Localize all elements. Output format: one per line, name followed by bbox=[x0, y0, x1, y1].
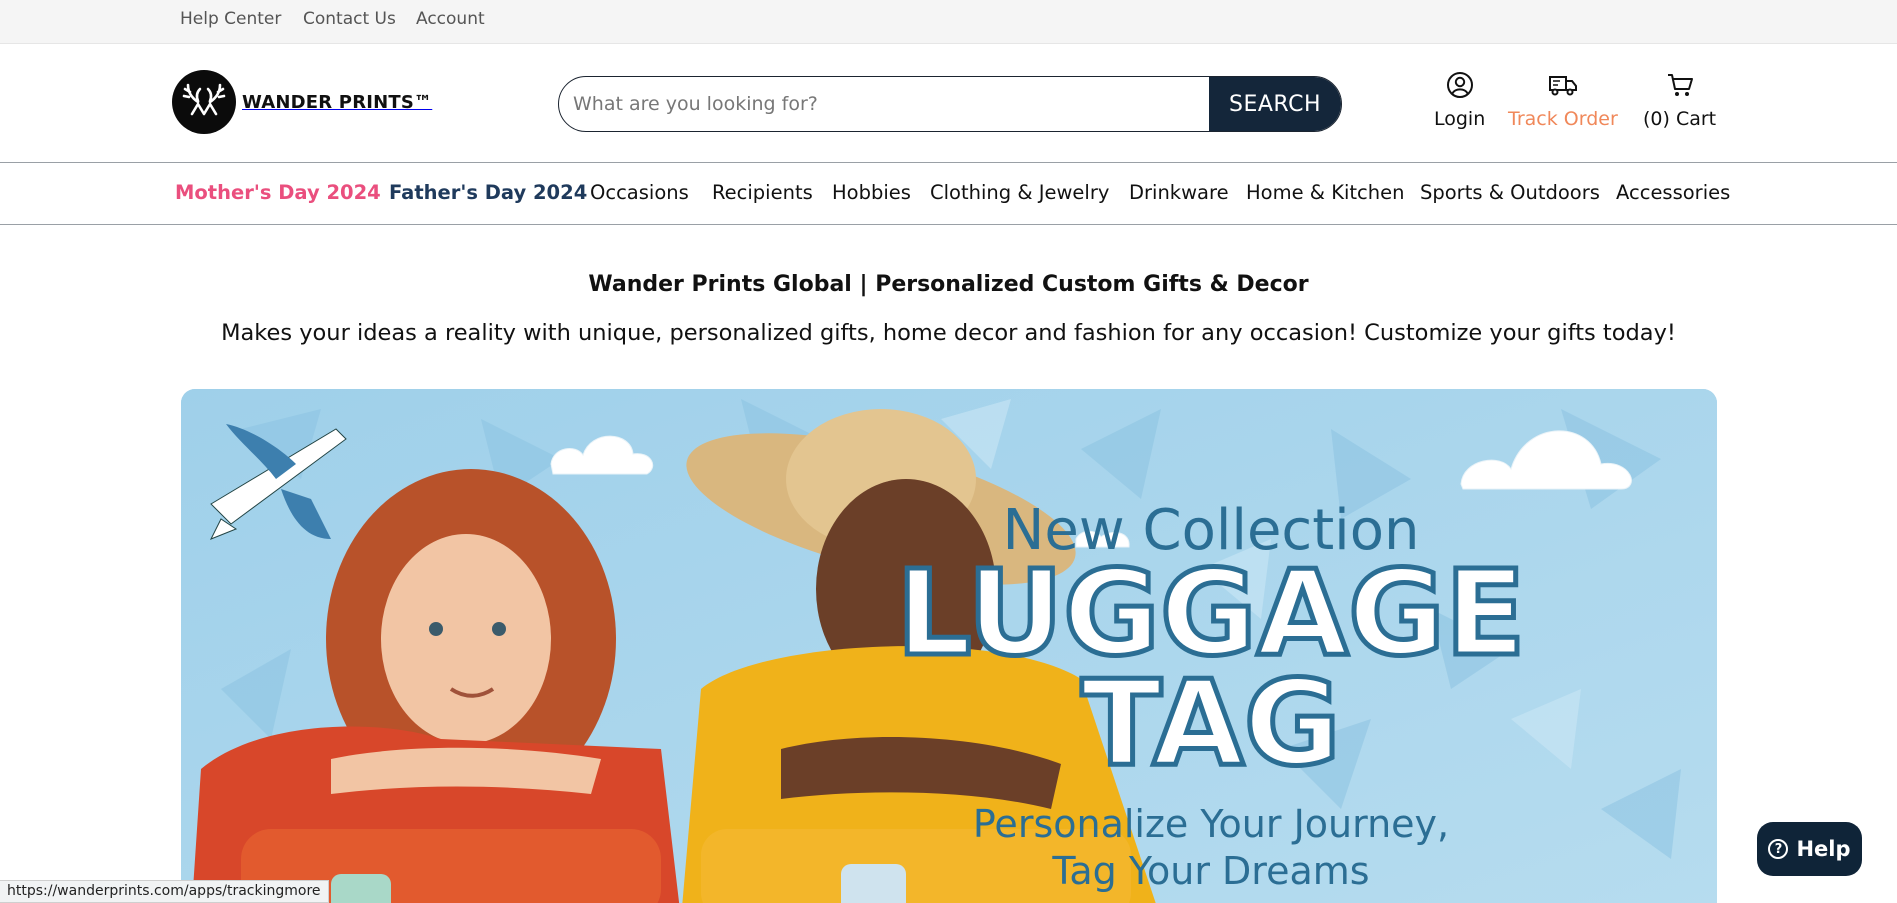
banner-line5: Tag Your Dreams bbox=[1051, 849, 1369, 893]
browser-status-url: https://wanderprints.com/apps/trackingmo… bbox=[0, 880, 329, 903]
cart-label: (0) Cart bbox=[1643, 108, 1717, 130]
search-bar: SEARCH bbox=[558, 76, 1342, 132]
page-title: Wander Prints Global | Personalized Cust… bbox=[588, 272, 1309, 297]
nav-home-kitchen[interactable]: Home & Kitchen bbox=[1246, 181, 1404, 204]
delivery-truck-icon bbox=[1548, 68, 1578, 102]
track-order-link[interactable]: Track Order bbox=[1508, 68, 1618, 130]
search-button[interactable]: SEARCH bbox=[1209, 77, 1341, 131]
account-link[interactable]: Account bbox=[416, 9, 485, 29]
logo-text: WANDER PRINTS™ bbox=[242, 91, 433, 113]
help-center-link[interactable]: Help Center bbox=[180, 9, 281, 29]
nav-mothers-day[interactable]: Mother's Day 2024 bbox=[175, 181, 381, 204]
nav-accessories[interactable]: Accessories bbox=[1616, 181, 1730, 204]
page-subtitle: Makes your ideas a reality with unique, … bbox=[221, 320, 1676, 346]
help-chat-button[interactable]: ? Help bbox=[1757, 822, 1862, 876]
nav-occasions[interactable]: Occasions bbox=[590, 181, 689, 204]
banner-line4: Personalize Your Journey, bbox=[973, 802, 1449, 846]
user-account-icon bbox=[1446, 68, 1474, 102]
site-header: WANDER PRINTS™ SEARCH Login Track Order bbox=[0, 44, 1897, 163]
nav-fathers-day[interactable]: Father's Day 2024 bbox=[389, 181, 587, 204]
hero-banner-luggage-tag[interactable]: New Collection LUGGAGE TAG Personalize Y… bbox=[181, 389, 1717, 903]
contact-us-link[interactable]: Contact Us bbox=[303, 9, 396, 29]
login-link[interactable]: Login bbox=[1434, 68, 1485, 130]
site-logo[interactable]: WANDER PRINTS™ bbox=[172, 70, 432, 134]
shopping-cart-icon bbox=[1666, 68, 1694, 102]
top-utility-bar: Help Center Contact Us Account bbox=[0, 0, 1897, 44]
nav-sports-outdoors[interactable]: Sports & Outdoors bbox=[1420, 181, 1600, 204]
search-input[interactable] bbox=[559, 77, 1209, 131]
nav-clothing-jewelry[interactable]: Clothing & Jewelry bbox=[930, 181, 1109, 204]
nav-hobbies[interactable]: Hobbies bbox=[832, 181, 911, 204]
banner-line3: TAG bbox=[1081, 654, 1341, 792]
login-label: Login bbox=[1434, 108, 1486, 130]
main-navigation: Mother's Day 2024 Father's Day 2024 Occa… bbox=[0, 163, 1897, 225]
track-order-label: Track Order bbox=[1508, 108, 1618, 130]
nav-recipients[interactable]: Recipients bbox=[712, 181, 813, 204]
banner-artwork: New Collection LUGGAGE TAG Personalize Y… bbox=[181, 389, 1717, 903]
cart-link[interactable]: (0) Cart bbox=[1643, 68, 1716, 130]
deer-antler-logo-icon bbox=[172, 70, 236, 134]
question-mark-icon: ? bbox=[1768, 839, 1789, 859]
help-label: Help bbox=[1796, 837, 1851, 861]
nav-drinkware[interactable]: Drinkware bbox=[1129, 181, 1229, 204]
